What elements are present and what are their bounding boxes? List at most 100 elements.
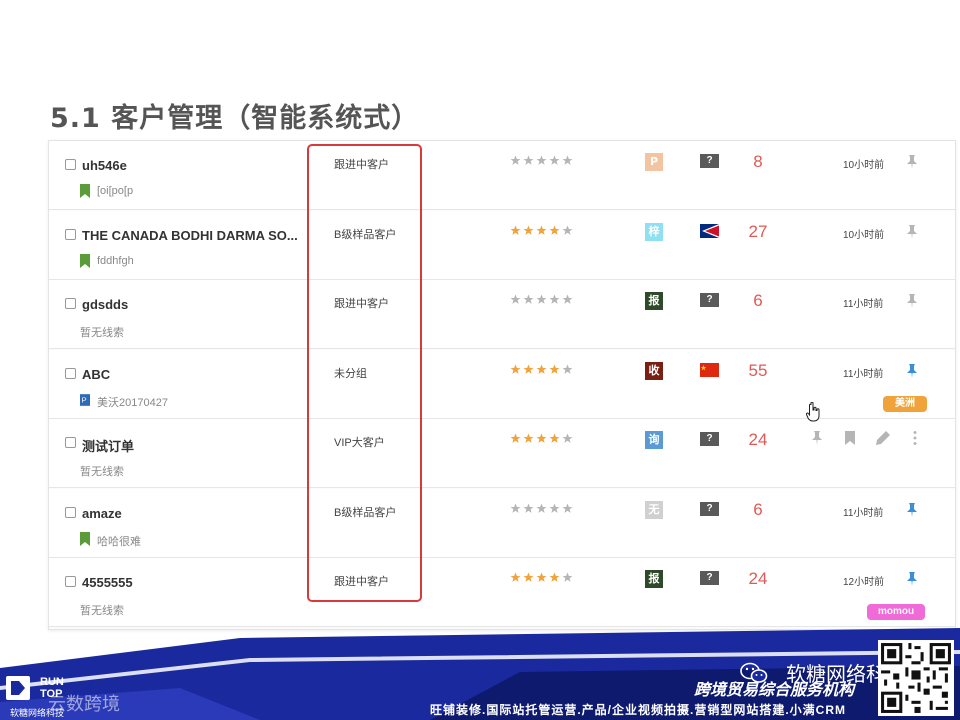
pin-icon[interactable] (906, 294, 918, 308)
star-icon[interactable] (562, 294, 573, 305)
lead-text: 暂无线索 (80, 605, 124, 617)
star-icon[interactable] (536, 433, 547, 444)
lead-text: 暂无线索 (80, 327, 124, 339)
star-icon[interactable] (536, 225, 547, 236)
customer-row[interactable]: amaze 哈哈很难 B级样品客户无? 6 11小时前 (49, 488, 955, 558)
star-icon[interactable] (523, 433, 534, 444)
star-rating[interactable] (510, 294, 573, 305)
star-icon[interactable] (536, 364, 547, 375)
star-icon[interactable] (510, 155, 521, 166)
customer-row[interactable]: gdsdds 暂无线索 跟进中客户报? 6 11小时前 (49, 280, 955, 349)
row-checkbox[interactable] (65, 367, 76, 379)
customer-name[interactable]: 4555555 (82, 575, 133, 590)
followup-count[interactable]: 6 (733, 500, 783, 520)
star-icon[interactable] (523, 503, 534, 514)
star-rating[interactable] (510, 433, 573, 444)
star-icon[interactable] (523, 364, 534, 375)
pin-icon[interactable] (906, 224, 918, 239)
customer-name[interactable]: uh546e (82, 158, 127, 173)
star-icon[interactable] (510, 433, 521, 444)
china-flag-icon (700, 362, 719, 377)
customer-name[interactable]: amaze (82, 506, 122, 521)
star-icon[interactable] (562, 225, 573, 236)
star-icon[interactable] (549, 155, 560, 166)
row-checkbox[interactable] (65, 506, 76, 518)
source-badge: 询 (645, 431, 663, 449)
star-icon[interactable] (549, 225, 560, 236)
edit-icon[interactable] (876, 431, 890, 445)
customer-name[interactable]: ABC (82, 367, 110, 382)
star-icon[interactable] (536, 155, 547, 166)
star-icon[interactable] (510, 503, 521, 514)
source-badge: 收 (645, 361, 663, 380)
unknown-country-icon: ? (700, 501, 719, 516)
star-icon[interactable] (536, 572, 547, 583)
customer-name[interactable]: THE CANADA BODHI DARMA SO... (82, 228, 298, 243)
logo-line-run: RUN (40, 676, 64, 688)
star-rating[interactable] (510, 503, 573, 514)
green-bookmark-icon (80, 184, 90, 198)
row-checkbox[interactable] (65, 437, 76, 448)
bookmark-icon[interactable] (845, 431, 855, 445)
row-checkbox[interactable] (65, 228, 76, 240)
lead-text: 美沃20170427 (97, 396, 168, 409)
star-icon[interactable] (549, 503, 560, 514)
star-rating[interactable] (510, 572, 573, 583)
customer-row[interactable]: uh546e [oi[po[p 跟进中客户 P? 8 10小时前 (49, 141, 955, 210)
last-contact-time: 11小时前 (843, 507, 884, 519)
star-icon[interactable] (536, 503, 547, 514)
star-icon[interactable] (562, 503, 573, 514)
customer-row[interactable]: 测试订单 暂无线索 VIP大客户询? 24 (49, 419, 955, 488)
source-badge: P (645, 153, 663, 171)
star-icon[interactable] (562, 572, 573, 583)
customer-name[interactable]: gdsdds (82, 297, 128, 312)
star-icon[interactable] (549, 364, 560, 375)
star-rating[interactable] (510, 155, 573, 166)
star-icon[interactable] (523, 294, 534, 305)
row-checkbox[interactable] (65, 298, 76, 309)
pin-icon[interactable] (906, 363, 918, 378)
more-options-icon[interactable] (913, 431, 917, 445)
slogan: 跨境贸易综合服务机构 (694, 682, 855, 699)
unknown-country-icon: ? (700, 432, 719, 446)
customer-row[interactable]: THE CANADA BODHI DARMA SO... fddhfgh B级样品客… (49, 210, 955, 280)
star-icon[interactable] (523, 155, 534, 166)
pin-icon[interactable] (811, 431, 823, 445)
followup-count[interactable]: 27 (733, 222, 783, 242)
star-icon[interactable] (549, 294, 560, 305)
followup-count[interactable]: 24 (733, 430, 783, 450)
customer-name[interactable]: 测试订单 (82, 436, 134, 455)
source-badge: 报 (645, 570, 663, 588)
star-icon[interactable] (536, 294, 547, 305)
followup-count[interactable]: 24 (733, 569, 783, 589)
row-checkbox[interactable] (65, 576, 76, 587)
pin-icon[interactable] (906, 155, 918, 169)
star-icon[interactable] (523, 225, 534, 236)
star-icon[interactable] (510, 294, 521, 305)
pin-icon[interactable] (906, 502, 918, 517)
pin-icon[interactable] (906, 572, 918, 586)
star-rating[interactable] (510, 225, 573, 236)
followup-count[interactable]: 55 (733, 361, 783, 381)
source-badge: 梓 (645, 222, 663, 241)
star-icon[interactable] (549, 572, 560, 583)
star-icon[interactable] (510, 225, 521, 236)
group-column-highlight (307, 144, 422, 602)
followup-count[interactable]: 6 (733, 291, 783, 311)
last-contact-time: 11小时前 (843, 299, 884, 310)
star-icon[interactable] (510, 364, 521, 375)
row-checkbox[interactable] (65, 159, 76, 170)
customer-tag[interactable]: momou (867, 604, 925, 620)
star-icon[interactable] (562, 433, 573, 444)
star-icon[interactable] (510, 572, 521, 583)
customer-tag[interactable]: 美洲 (883, 395, 927, 412)
star-rating[interactable] (510, 364, 573, 375)
lead-text: 暂无线索 (80, 466, 124, 478)
star-icon[interactable] (562, 155, 573, 166)
star-icon[interactable] (549, 433, 560, 444)
customer-row[interactable]: 4555555 暂无线索 跟进中客户报? 24 12小时前 momou (49, 558, 955, 627)
last-contact-time: 11小时前 (843, 368, 884, 380)
followup-count[interactable]: 8 (733, 152, 783, 172)
star-icon[interactable] (523, 572, 534, 583)
star-icon[interactable] (562, 364, 573, 375)
